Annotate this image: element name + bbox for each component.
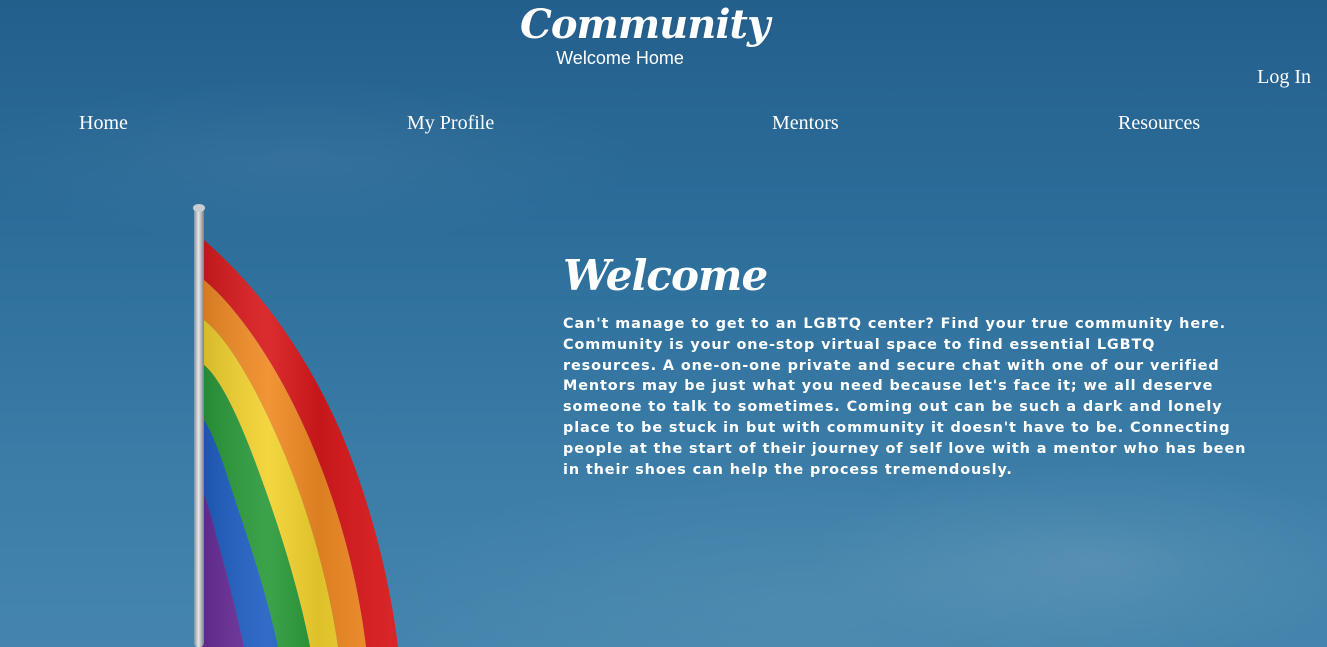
welcome-heading: Welcome [563,251,768,300]
rainbow-flag-icon [193,204,398,647]
nav-item-my-profile[interactable]: My Profile [407,112,494,135]
site-subtitle: Welcome Home [556,48,684,68]
flag-stripes [200,240,398,647]
nav-item-home[interactable]: Home [79,112,128,135]
welcome-section: Welcome Can't manage to get to an LGBTQ … [563,250,1253,480]
welcome-text: Can't manage to get to an LGBTQ center? … [563,316,1247,478]
nav-item-mentors[interactable]: Mentors [772,112,839,135]
brand: Community Welcome Home [520,0,770,68]
site-title[interactable]: Community [520,0,770,50]
flag-pole [194,206,204,647]
login-link[interactable]: Log In [1257,66,1311,89]
main-nav: Home My Profile Mentors Resources [0,112,1327,140]
nav-item-resources[interactable]: Resources [1118,112,1200,135]
